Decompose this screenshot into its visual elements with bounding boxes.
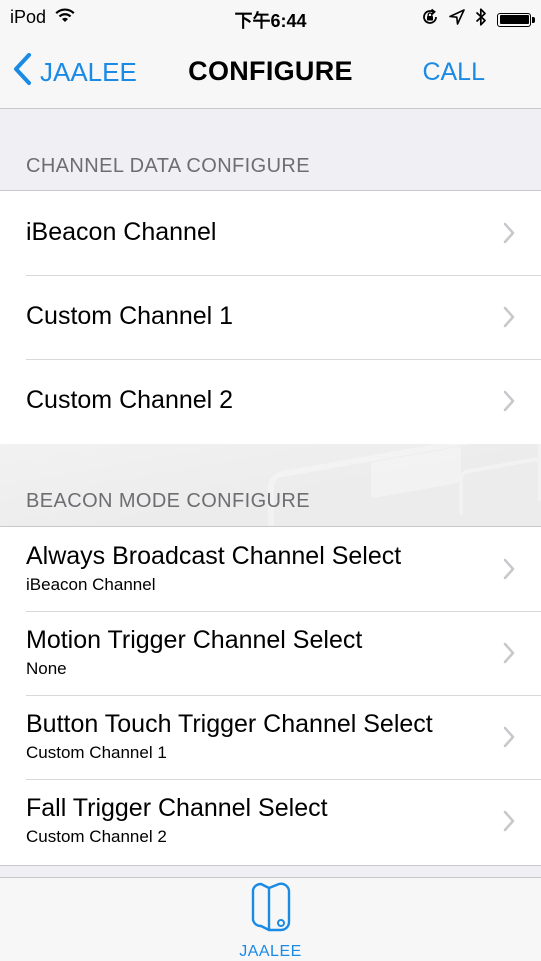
list-item[interactable]: Custom Channel 1 (0, 275, 541, 359)
list-item[interactable]: iBeacon Channel (0, 191, 541, 275)
bluetooth-icon (475, 7, 487, 32)
list-item[interactable]: Custom Channel 2 (0, 359, 541, 443)
chevron-right-icon (503, 306, 515, 333)
chevron-right-icon (503, 726, 515, 753)
section-header-beacon-mode: BEACON MODE CONFIGURE (0, 444, 541, 526)
section-header-channel-data: CHANNEL DATA CONFIGURE (26, 155, 311, 177)
list-item[interactable]: Button Touch Trigger Channel Select Cust… (0, 695, 541, 779)
status-bar: iPod 下午6:44 (0, 0, 541, 36)
location-arrow-icon (449, 9, 465, 30)
chevron-right-icon (503, 390, 515, 417)
device-watermark-image (268, 444, 541, 526)
orientation-lock-icon (421, 8, 439, 31)
tab-bar: JAALEE (0, 877, 541, 961)
list-item[interactable]: Motion Trigger Channel Select None (0, 611, 541, 695)
chevron-right-icon (503, 222, 515, 249)
nav-bar: JAALEE CONFIGURE CALL (0, 36, 541, 109)
battery-icon (497, 12, 535, 27)
chevron-right-icon (503, 810, 515, 837)
battery-fill (499, 15, 529, 24)
row-value: None (26, 659, 67, 678)
row-label: Custom Channel 2 (26, 386, 234, 414)
row-value: iBeacon Channel (26, 575, 156, 594)
section-header-label: BEACON MODE CONFIGURE (26, 490, 310, 512)
chevron-right-icon (503, 558, 515, 585)
list-item[interactable]: Always Broadcast Channel Select iBeacon … (0, 527, 541, 611)
row-label: Custom Channel 1 (26, 302, 234, 330)
row-label: Fall Trigger Channel Select (26, 794, 328, 822)
row-label: Button Touch Trigger Channel Select (26, 710, 433, 738)
row-label: Motion Trigger Channel Select (26, 626, 363, 654)
beacon-mode-group: Always Broadcast Channel Select iBeacon … (0, 526, 541, 866)
tab-label: JAALEE (239, 943, 302, 960)
status-right (421, 7, 535, 32)
row-value: Custom Channel 1 (26, 743, 167, 762)
channel-data-group: iBeacon Channel Custom Channel 1 Custom … (0, 190, 541, 445)
row-value: Custom Channel 2 (26, 827, 167, 846)
chevron-right-icon (503, 642, 515, 669)
row-label: Always Broadcast Channel Select (26, 542, 402, 570)
row-label: iBeacon Channel (26, 218, 217, 246)
list-item[interactable]: Fall Trigger Channel Select Custom Chann… (0, 779, 541, 863)
jaalee-tag-icon (249, 882, 293, 940)
tab-jaalee[interactable]: JAALEE (226, 882, 316, 961)
call-button[interactable]: CALL (422, 58, 485, 87)
